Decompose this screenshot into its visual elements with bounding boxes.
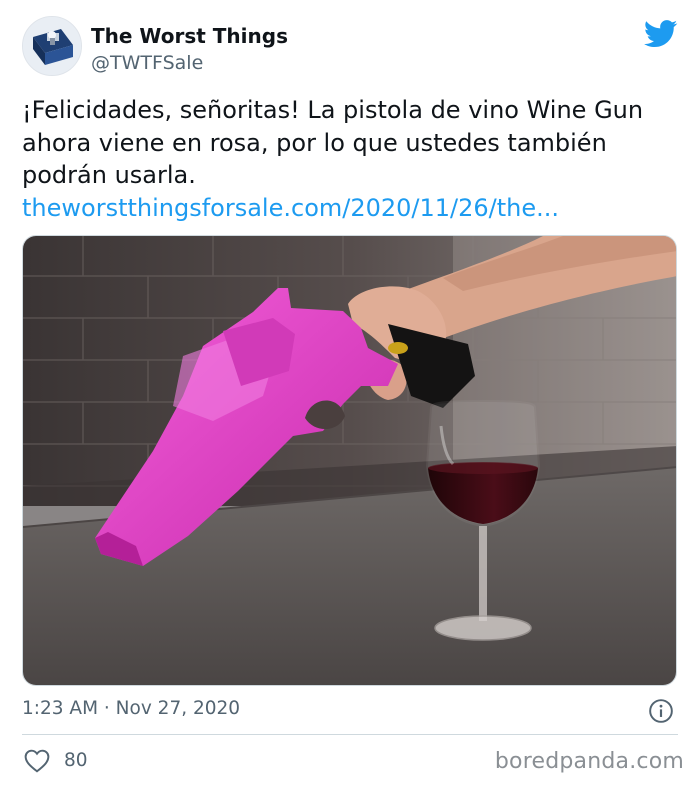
tweet-text-line: ahora viene en rosa, por lo que ustedes … <box>22 128 607 157</box>
divider <box>22 734 678 735</box>
avatar-image <box>23 17 81 75</box>
tweet-text-line: podrán usarla. <box>22 161 196 189</box>
tweet-media-photo[interactable] <box>22 235 677 686</box>
author-handle[interactable]: @TWTFSale <box>91 52 203 74</box>
tweet-link[interactable]: theworstthingsforsale.com/2020/11/26/the… <box>22 192 682 225</box>
pink-wine-gun-photo <box>23 236 676 685</box>
info-icon[interactable] <box>648 698 674 724</box>
tweet-text-line: ¡Felicidades, señoritas! La pistola de v… <box>22 96 644 124</box>
tweet-card: The Worst Things @TWTFSale ¡Felicidades,… <box>0 0 700 788</box>
heart-icon[interactable] <box>24 749 50 773</box>
watermark: boredpanda.com <box>494 749 684 774</box>
author-avatar[interactable] <box>22 16 82 76</box>
tweet-text: ¡Felicidades, señoritas! La pistola de v… <box>22 94 682 224</box>
like-count: 80 <box>64 750 88 771</box>
twitter-bird-icon[interactable] <box>644 20 678 48</box>
tweet-header: The Worst Things @TWTFSale <box>22 16 682 80</box>
author-name[interactable]: The Worst Things <box>91 24 288 48</box>
tweet-timestamp[interactable]: 1:23 AM · Nov 27, 2020 <box>22 698 240 719</box>
